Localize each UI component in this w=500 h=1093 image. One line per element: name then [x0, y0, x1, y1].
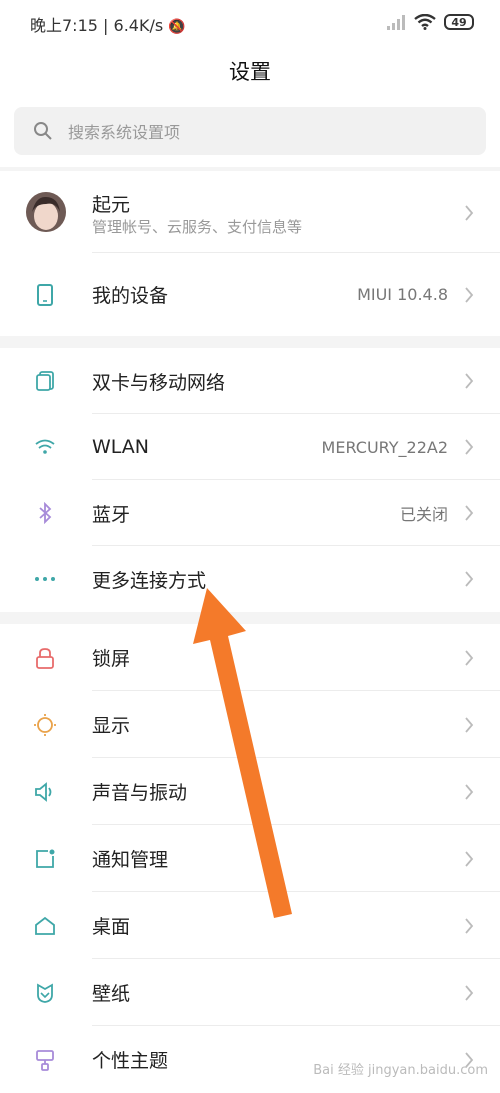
avatar: [26, 192, 66, 232]
system-label-sound: 声音与振动: [92, 782, 188, 804]
system-label-home: 桌面: [92, 916, 131, 938]
network-label-sim: 双卡与移动网络: [92, 371, 226, 394]
chevron-right-icon: [462, 849, 476, 869]
network-row-bluetooth[interactable]: 蓝牙 已关闭: [0, 480, 500, 546]
system-row-wallpaper[interactable]: 壁纸: [0, 959, 500, 1026]
chevron-right-icon: [462, 503, 476, 523]
battery-indicator: 49: [444, 14, 474, 30]
sim-icon: [30, 366, 60, 396]
system-section: 锁屏 显示 声音与振动 通知管理 桌面 壁纸 个性主题: [0, 624, 500, 1084]
network-value-bluetooth: 已关闭: [399, 505, 448, 524]
section-gap: [0, 612, 500, 624]
network-label-bluetooth: 蓝牙: [92, 503, 131, 526]
chevron-right-icon: [462, 715, 476, 735]
status-time: 晚上7:15: [30, 16, 98, 35]
status-bar: 晚上7:15 | 6.4K/s 🔕 49: [0, 0, 500, 44]
status-speed: 6.4K/s: [113, 16, 164, 35]
more-icon: [30, 564, 60, 594]
search-input[interactable]: 搜索系统设置项: [14, 107, 486, 155]
chevron-right-icon: [462, 371, 476, 391]
brightness-icon: [30, 710, 60, 740]
system-row-sound[interactable]: 声音与振动: [0, 758, 500, 825]
chevron-right-icon: [462, 437, 476, 457]
page-title: 设置: [229, 60, 271, 84]
mute-bell-icon: 🔕: [168, 19, 186, 35]
system-label-display: 显示: [92, 715, 131, 737]
network-section: 双卡与移动网络 WLAN MERCURY_22A2 蓝牙 已关闭 更多连接方式: [0, 348, 500, 612]
system-label-theme: 个性主题: [92, 1050, 169, 1072]
signal-icon: [387, 15, 405, 30]
chevron-right-icon: [462, 648, 476, 668]
watermark: Bai 经验 jingyan.baidu.com: [313, 1063, 488, 1078]
network-label-more: 更多连接方式: [92, 569, 207, 592]
account-row[interactable]: [0, 171, 500, 253]
chevron-right-icon: [462, 569, 476, 589]
chevron-right-icon: [462, 916, 476, 936]
system-label-lockscreen: 锁屏: [92, 648, 131, 670]
chevron-right-icon: [462, 983, 476, 1003]
status-icons: 49: [386, 12, 474, 32]
network-value-wlan: MERCURY_22A2: [321, 437, 448, 457]
system-row-home[interactable]: 桌面: [0, 892, 500, 959]
device-label: 我的设备: [92, 285, 169, 307]
account-name: 起元: [92, 194, 131, 216]
status-time-speed: 晚上7:15 | 6.4K/s 🔕: [30, 16, 186, 35]
network-row-sim[interactable]: 双卡与移动网络: [0, 348, 500, 414]
wallpaper-icon: [30, 978, 60, 1008]
search-icon: [32, 120, 54, 142]
system-row-notifications[interactable]: 通知管理: [0, 825, 500, 892]
network-label-wlan: WLAN: [92, 436, 150, 458]
network-row-more[interactable]: 更多连接方式: [0, 546, 500, 612]
system-row-display[interactable]: 显示: [0, 691, 500, 758]
section-gap: [0, 336, 500, 348]
theme-icon: [30, 1045, 60, 1075]
speaker-icon: [30, 777, 60, 807]
home-icon: [30, 911, 60, 941]
lock-icon: [30, 643, 60, 673]
device-value: MIUI 10.4.8: [357, 285, 448, 304]
wifi-status-icon: [414, 14, 436, 30]
system-row-lockscreen[interactable]: 锁屏: [0, 624, 500, 691]
chevron-right-icon: [462, 782, 476, 802]
notification-icon: [30, 844, 60, 874]
bluetooth-icon: [30, 498, 60, 528]
chevron-right-icon: [462, 203, 476, 223]
network-row-wlan[interactable]: WLAN MERCURY_22A2: [0, 414, 500, 480]
search-placeholder: 搜索系统设置项: [68, 123, 181, 142]
account-section: 我的设备 MIUI 10.4.8: [0, 171, 500, 336]
system-label-notifications: 通知管理: [92, 849, 169, 871]
wifi-icon: [30, 432, 60, 462]
phone-icon: [30, 280, 60, 310]
chevron-right-icon: [462, 285, 476, 305]
account-subtitle: 管理帐号、云服务、支付信息等: [92, 218, 303, 236]
system-label-wallpaper: 壁纸: [92, 983, 131, 1005]
device-row[interactable]: 我的设备 MIUI 10.4.8: [0, 253, 500, 336]
